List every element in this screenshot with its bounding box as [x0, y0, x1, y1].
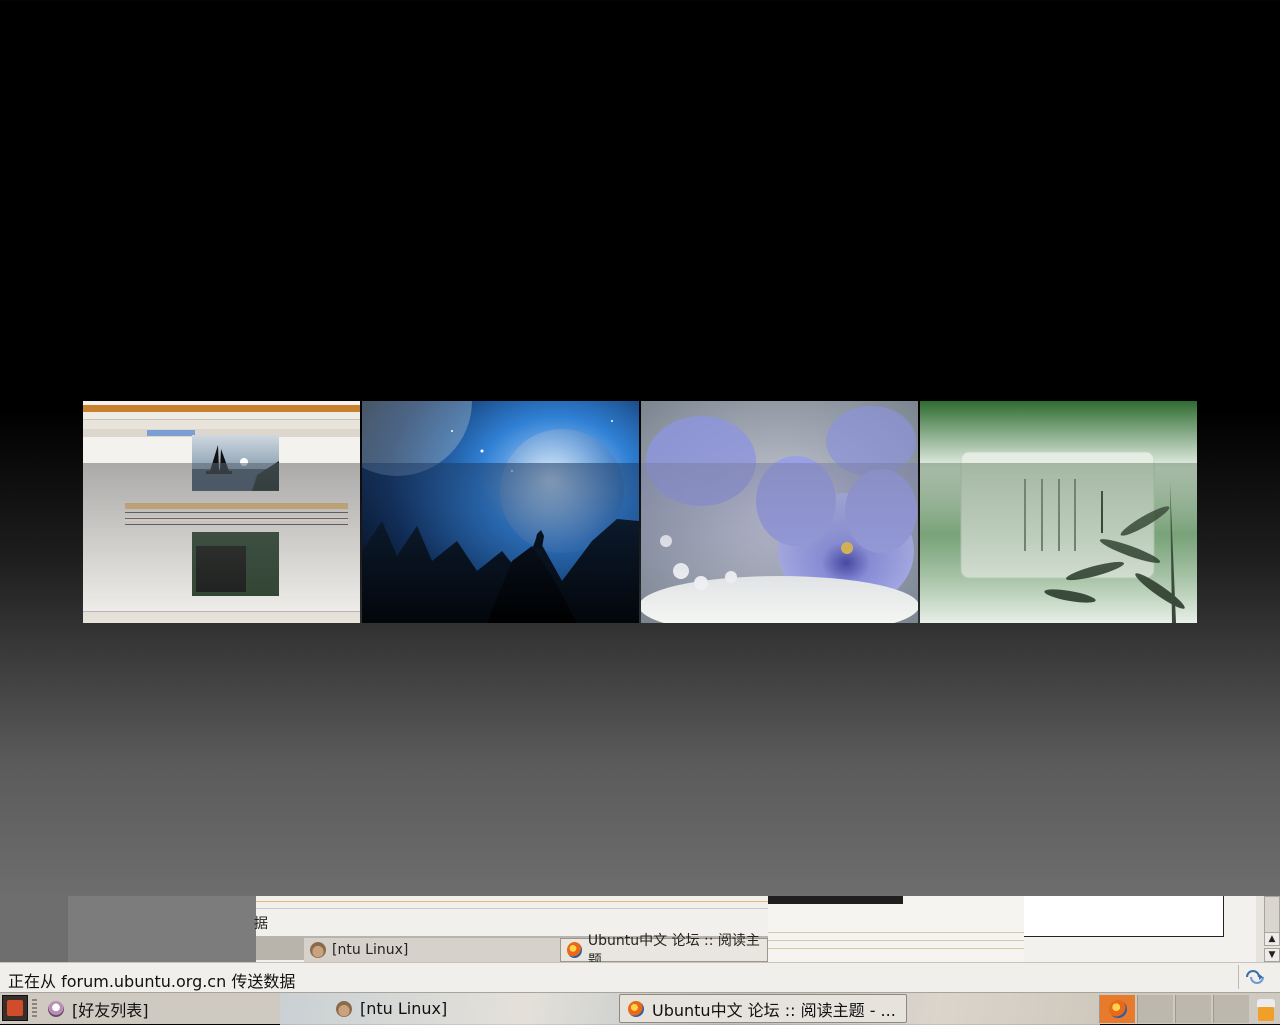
- scrollbar[interactable]: ▲ ▼: [1256, 896, 1280, 962]
- firefox-icon: [628, 1000, 644, 1017]
- fragment-text: 据: [254, 916, 268, 932]
- workspace-1-reflection: [83, 463, 360, 623]
- scroll-up-arrow[interactable]: ▲: [1264, 932, 1280, 946]
- scrollbar-thumb[interactable]: [1264, 896, 1280, 934]
- desktop-wall-view: [0, 0, 1280, 1024]
- scroll-down-arrow[interactable]: ▼: [1264, 948, 1280, 962]
- workspace-2-reflection: [362, 463, 639, 623]
- taskbar-item-label: [好友列表]: [72, 1000, 149, 1020]
- status-separator: [1238, 965, 1239, 989]
- ghost-task-label: [ntu Linux]: [332, 942, 409, 958]
- qq-icon: [48, 1000, 64, 1017]
- taskbar-item-ubuntu-forum[interactable]: Ubuntu中文 论坛 :: 阅读主题 - ...: [619, 994, 907, 1023]
- taskbar-item-label: Ubuntu中文 论坛 :: 阅读主题 - ...: [652, 1000, 896, 1020]
- workspace-3-reflection: [641, 463, 918, 623]
- window-titlebar: [83, 405, 360, 412]
- taskbar-item-ntu-linux[interactable]: [ntu Linux]: [328, 994, 618, 1023]
- browser-status-bar: 正在从 forum.ubuntu.org.cn 传送数据: [0, 962, 1280, 992]
- bottom-panel: [好友列表] [ntu Linux] Ubuntu中文 论坛 :: 阅读主题 -…: [0, 992, 1280, 1025]
- trash-icon[interactable]: [1254, 995, 1278, 1023]
- lock-icon: [336, 1000, 352, 1017]
- ghost-task-ntu: [ntu Linux]: [304, 938, 560, 962]
- menu-bar: [83, 412, 360, 420]
- firefox-icon: [1109, 1000, 1127, 1018]
- workspace-switcher-4[interactable]: [1213, 995, 1249, 1023]
- ghost-task-ubuntu: Ubuntu中文 论坛 :: 阅读主题: [560, 933, 768, 969]
- panel-drag-handle[interactable]: [32, 999, 37, 1019]
- lock-icon: [310, 942, 326, 958]
- window-fragment: [68, 896, 256, 962]
- workspace-switcher-3[interactable]: [1175, 995, 1211, 1023]
- firefox-icon: [567, 942, 582, 958]
- url-bar: [83, 420, 360, 429]
- network-icon[interactable]: [1244, 968, 1266, 986]
- terminal-launcher-icon[interactable]: [2, 995, 28, 1021]
- window-fragment: [768, 896, 1024, 962]
- workspace-switcher-2[interactable]: [1137, 995, 1173, 1023]
- taskbar-item-buddy-list[interactable]: [好友列表]: [40, 994, 280, 1023]
- window-fragment: [1024, 896, 1256, 962]
- status-text: 正在从 forum.ubuntu.org.cn 传送数据: [8, 972, 296, 991]
- taskbar-item-label: [ntu Linux]: [360, 999, 448, 1018]
- workspace-switcher-1[interactable]: [1099, 995, 1135, 1023]
- workspace-4-reflection: [920, 463, 1197, 623]
